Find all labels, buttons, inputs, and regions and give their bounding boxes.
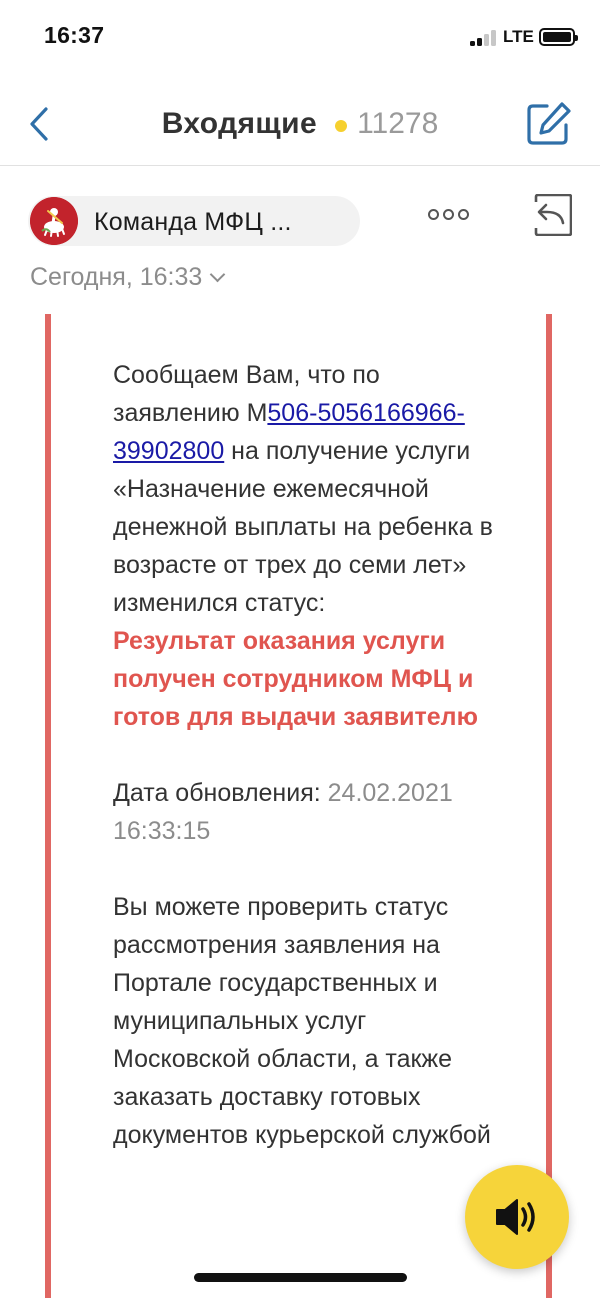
audio-button[interactable]	[465, 1165, 569, 1269]
update-label: Дата обновления:	[113, 779, 328, 807]
moscow-emblem-icon	[30, 197, 78, 245]
portal-paragraph: Вы можете проверить статус рассмотрения …	[113, 893, 491, 1149]
unread-dot	[335, 120, 348, 133]
nav-bar: Входящие 11278	[0, 74, 600, 166]
status-time: 16:37	[44, 22, 105, 48]
more-options-button[interactable]	[428, 206, 472, 224]
home-indicator	[194, 1273, 407, 1282]
date-text: Сегодня, 16:33	[30, 263, 203, 291]
update-date: Дата обновления: 24.02.2021 16:33:15	[113, 774, 503, 850]
compose-button[interactable]	[524, 100, 572, 148]
intro-paragraph: Сообщаем Вам, что по заявлению М506-5056…	[113, 361, 493, 617]
sender-chip[interactable]: Команда МФЦ ...	[28, 196, 360, 246]
status-bar: 16:37 LTE	[0, 0, 600, 74]
battery-icon	[539, 28, 578, 46]
reply-button[interactable]	[530, 193, 573, 237]
nav-title-group: Входящие 11278	[0, 107, 600, 141]
folder-title: Входящие	[161, 107, 318, 140]
unread-count: 11278	[357, 107, 439, 140]
chevron-down-icon	[209, 266, 226, 283]
sender-avatar	[30, 197, 78, 245]
compose-icon	[527, 102, 571, 145]
signal-strength-icon	[470, 30, 498, 46]
reply-icon	[534, 193, 573, 237]
sender-name: Команда МФЦ ...	[94, 208, 292, 236]
message-date[interactable]: Сегодня, 16:33	[30, 263, 226, 292]
letter-body: Сообщаем Вам, что по заявлению М506-5056…	[113, 356, 503, 1154]
status-result: Результат оказания услуги получен сотруд…	[113, 627, 478, 731]
network-type: LTE	[503, 27, 534, 46]
speaker-icon	[496, 1199, 535, 1235]
more-dots-icon	[428, 209, 439, 220]
